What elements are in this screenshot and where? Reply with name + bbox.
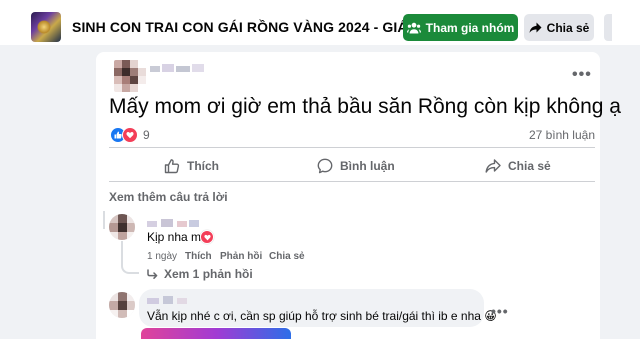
group-members-icon [406,22,421,33]
view-replies-label: Xem 1 phản hồi [164,267,253,281]
share-label: Chia sẻ [508,159,551,173]
divider [109,147,595,148]
see-more-answers-link[interactable]: Xem thêm câu trả lời [109,190,228,204]
divider [109,181,595,182]
group-avatar[interactable] [31,12,61,42]
share-group-button[interactable]: Chia sẻ [524,14,594,41]
more-dots-icon[interactable]: ••• [491,303,509,319]
more-dots-icon[interactable]: ••• [572,66,592,84]
group-title[interactable]: SINH CON TRAI CON GÁI RỒNG VÀNG 2024 - G… [72,19,433,35]
like-button[interactable]: Thích [164,156,219,176]
comment-reply-link[interactable]: Phản hồi [220,251,262,262]
share-group-label: Chia sẻ [546,20,590,35]
join-group-label: Tham gia nhóm [425,20,515,35]
comment-reply-label: Phản hồi [220,251,263,262]
like-label: Thích [187,159,219,173]
comment-share-label: Chia sẻ [269,251,305,262]
view-replies-link[interactable]: Xem 1 phản hồi [147,267,253,281]
comment-text: Kịp nha m [147,230,202,244]
reply-arrow-icon [147,269,158,279]
avatar[interactable] [109,292,135,318]
comment-share-link[interactable]: Chia sẻ [269,251,305,262]
reaction-summary[interactable]: 9 [110,127,150,143]
share-arrow-icon [485,159,501,173]
commenter-name-redacted[interactable] [147,296,191,306]
love-reaction-icon[interactable] [200,230,214,244]
author-name-redacted[interactable] [150,62,210,78]
thumbs-up-icon [164,159,180,174]
speech-bubble-icon [317,158,333,174]
comment-time[interactable]: 1 ngày [147,251,177,262]
comment-button[interactable]: Bình luận [317,156,395,176]
more-options-button-edge[interactable] [604,14,612,41]
attachment-preview[interactable] [141,328,291,339]
love-reaction-icon [122,127,138,143]
post-text: Mấy mom ơi giờ em thả bầu săn Rồng còn k… [109,95,621,118]
share-arrow-icon [529,22,542,33]
avatar[interactable] [114,60,146,92]
comment-like-label: Thích [185,251,212,262]
comment-label: Bình luận [340,159,395,173]
reaction-count: 9 [143,128,150,142]
comment-count[interactable]: 27 bình luận [529,128,595,142]
comment-text: Vẫn kịp nhé c ơi, cần sp giúp hỗ trợ sin… [147,309,497,323]
comment-like-link[interactable]: Thích [185,251,212,262]
share-button[interactable]: Chia sẻ [485,156,551,176]
join-group-button[interactable]: Tham gia nhóm [403,14,518,41]
commenter-name-redacted[interactable] [147,219,201,229]
thread-curve [121,260,139,274]
thread-line [103,211,105,229]
avatar[interactable] [109,214,135,240]
